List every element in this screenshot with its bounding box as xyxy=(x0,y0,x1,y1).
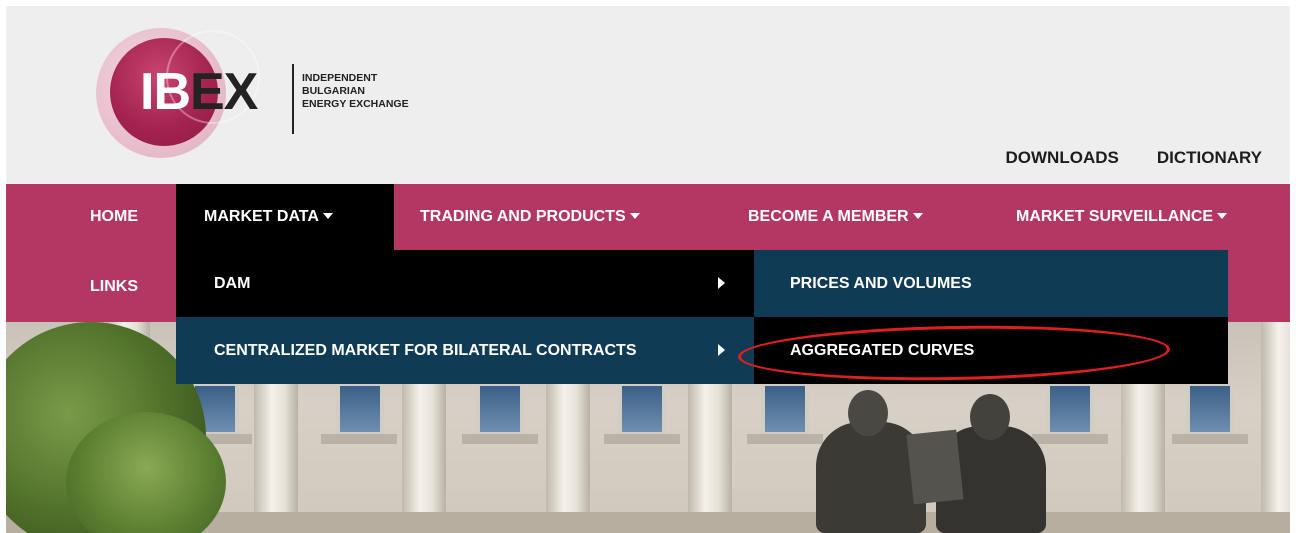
window-sill xyxy=(462,434,538,444)
window-sill xyxy=(604,434,680,444)
window-sill xyxy=(321,434,397,444)
submenu-item-aggregated-curves[interactable]: AGGREGATED CURVES xyxy=(754,317,1228,384)
nav-trading-and-products-label: TRADING AND PRODUCTS xyxy=(420,208,626,225)
caret-down-icon xyxy=(1217,212,1228,219)
logo-divider xyxy=(292,64,294,134)
menu-item-centralized-market[interactable]: CENTRALIZED MARKET FOR BILATERAL CONTRAC… xyxy=(176,317,754,384)
building-window xyxy=(1186,382,1234,436)
building-window xyxy=(336,382,384,436)
logo-subtitle-line1: INDEPENDENT xyxy=(302,72,378,84)
building-window xyxy=(476,382,524,436)
caret-down-icon xyxy=(322,212,333,219)
dictionary-link[interactable]: DICTIONARY xyxy=(1157,148,1262,168)
nav-home[interactable]: HOME xyxy=(90,184,138,250)
nav-market-data-label: MARKET DATA xyxy=(204,208,319,225)
nav-trading-and-products[interactable]: TRADING AND PRODUCTS xyxy=(420,184,640,250)
chevron-right-icon xyxy=(718,344,725,356)
nav-market-surveillance-label: MARKET SURVEILLANCE xyxy=(1016,208,1214,225)
dam-submenu: PRICES AND VOLUMES AGGREGATED CURVES xyxy=(754,250,1228,384)
market-data-dropdown: DAM CENTRALIZED MARKET FOR BILATERAL CON… xyxy=(176,250,754,384)
building-window xyxy=(761,382,809,436)
statue-head-left xyxy=(848,390,888,436)
building-column xyxy=(1261,322,1290,533)
logo-subtitle-line2: BULGARIAN xyxy=(302,85,365,97)
site-header: IBEX INDEPENDENT BULGARIAN ENERGY EXCHAN… xyxy=(6,6,1290,184)
nav-market-data[interactable]: MARKET DATA xyxy=(176,184,394,250)
menu-item-dam-label: DAM xyxy=(214,275,251,292)
nav-links-label: LINKS xyxy=(90,278,138,295)
chevron-right-icon xyxy=(718,277,725,289)
nav-become-a-member-label: BECOME A MEMBER xyxy=(748,208,909,225)
statue xyxy=(806,382,1066,533)
submenu-item-aggregated-curves-label: AGGREGATED CURVES xyxy=(790,342,975,359)
logo-wordmark-part1: IB xyxy=(140,63,191,121)
statue-book xyxy=(906,429,964,505)
page-frame: IBEX INDEPENDENT BULGARIAN ENERGY EXCHAN… xyxy=(6,6,1290,533)
menu-item-centralized-market-label: CENTRALIZED MARKET FOR BILATERAL CONTRAC… xyxy=(214,342,637,359)
ibex-logo[interactable]: IBEX INDEPENDENT BULGARIAN ENERGY EXCHAN… xyxy=(94,26,454,166)
nav-links[interactable]: LINKS xyxy=(90,254,138,320)
logo-wordmark: IBEX xyxy=(140,63,258,121)
window-sill xyxy=(1172,434,1248,444)
top-links: DOWNLOADS DICTIONARY xyxy=(1006,148,1262,168)
submenu-item-prices-and-volumes[interactable]: PRICES AND VOLUMES xyxy=(754,250,1228,317)
logo-subtitle-line3: ENERGY EXCHANGE xyxy=(302,98,409,110)
statue-head-right xyxy=(970,394,1010,440)
submenu-item-prices-and-volumes-label: PRICES AND VOLUMES xyxy=(790,275,972,292)
nav-home-label: HOME xyxy=(90,208,138,225)
logo-subtitle: INDEPENDENT BULGARIAN ENERGY EXCHANGE xyxy=(302,72,409,111)
nav-market-surveillance[interactable]: MARKET SURVEILLANCE xyxy=(1016,184,1228,250)
menu-item-dam[interactable]: DAM xyxy=(176,250,754,317)
caret-down-icon xyxy=(629,212,640,219)
logo-wordmark-part2: EX xyxy=(190,63,258,121)
downloads-link[interactable]: DOWNLOADS xyxy=(1006,148,1119,168)
nav-become-a-member[interactable]: BECOME A MEMBER xyxy=(748,184,923,250)
caret-down-icon xyxy=(912,212,923,219)
building-window xyxy=(618,382,666,436)
